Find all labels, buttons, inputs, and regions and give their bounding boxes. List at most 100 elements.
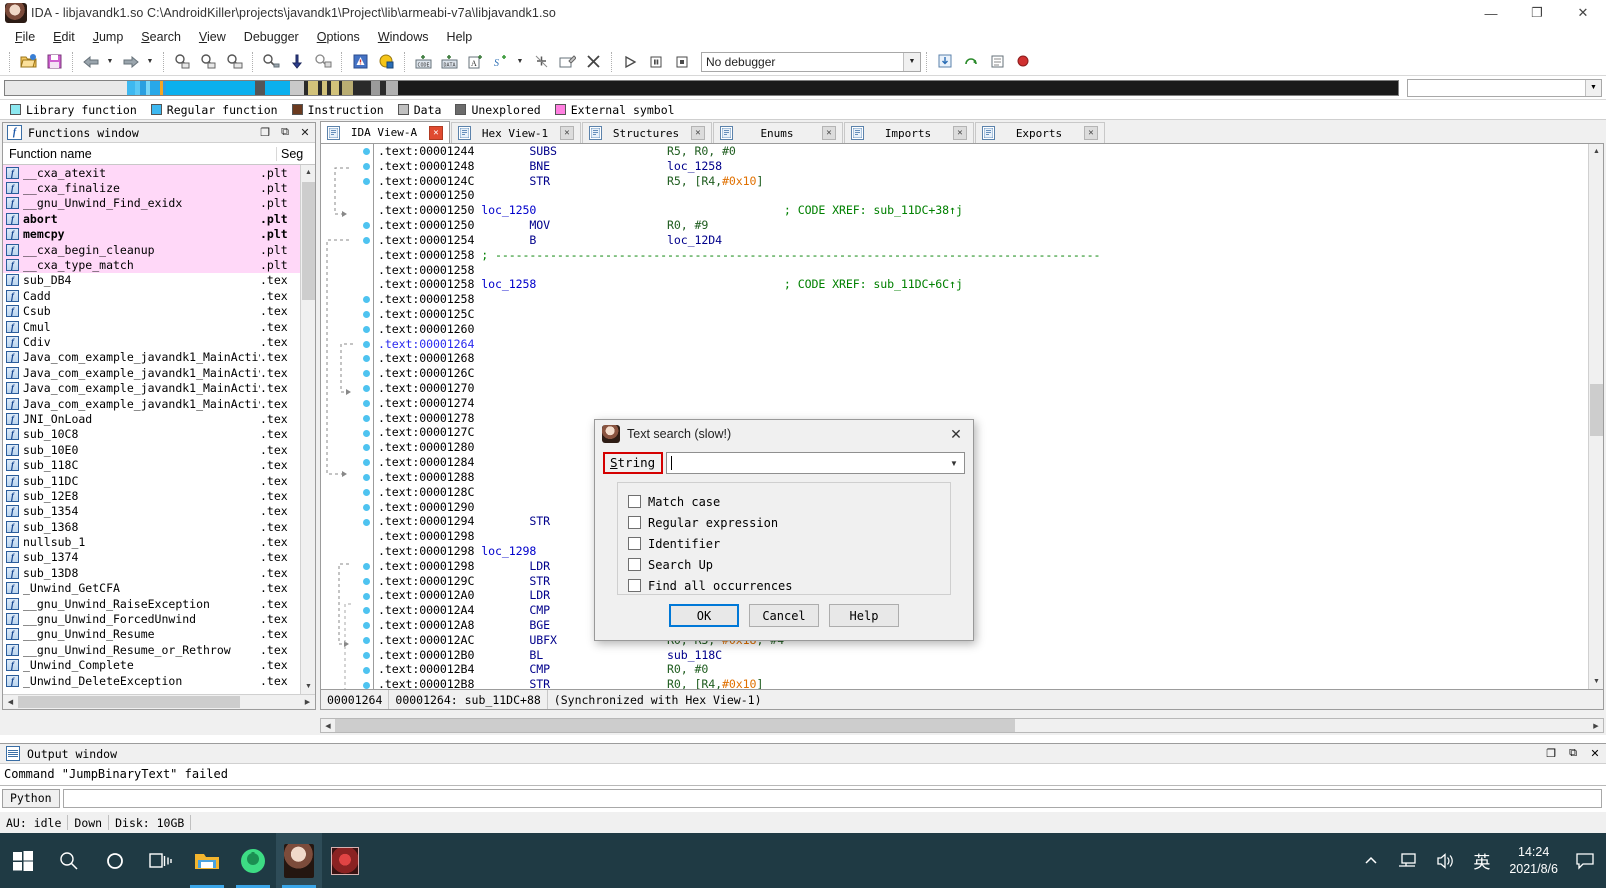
- function-list-item[interactable]: f __gnu_Unwind_Resume_or_Rethrow .tex: [3, 642, 300, 657]
- function-list-item[interactable]: f sub_118C .tex: [3, 457, 300, 472]
- disassembly-line[interactable]: .text:00001254 B loc_12D4: [374, 233, 1588, 248]
- back-dropdown-icon[interactable]: ▼: [105, 51, 117, 73]
- function-list-item[interactable]: f Java_com_example_javandk1_MainActivity⋯…: [3, 380, 300, 395]
- disassembly-line[interactable]: .text:00001298: [374, 529, 1588, 544]
- jump-down-icon[interactable]: [285, 51, 309, 73]
- scroll-right-icon[interactable]: ▶: [1589, 719, 1603, 732]
- taskbar-clock[interactable]: 14:24 2021/8/6: [1499, 833, 1568, 888]
- save-icon[interactable]: [42, 51, 66, 73]
- function-list-item[interactable]: f sub_12E8 .tex: [3, 488, 300, 503]
- search-hex-icon[interactable]: [170, 51, 194, 73]
- disassembly-line[interactable]: .text:0000127C: [374, 425, 1588, 440]
- checkbox-row-search-up[interactable]: Search Up: [628, 554, 940, 575]
- search-next-icon[interactable]: [259, 51, 283, 73]
- file-explorer-icon[interactable]: [184, 833, 230, 888]
- tab-close-icon[interactable]: ✕: [429, 125, 443, 140]
- tab-hex-view-1[interactable]: Hex View-1 ✕: [451, 122, 581, 143]
- checkbox-row-identifier[interactable]: Identifier: [628, 533, 940, 554]
- search-text-icon[interactable]: [196, 51, 220, 73]
- function-list-item[interactable]: f JNI_OnLoad .tex: [3, 411, 300, 426]
- disassembly-line[interactable]: .text:00001278: [374, 411, 1588, 426]
- functions-close-icon[interactable]: ✕: [295, 124, 315, 142]
- close-button[interactable]: ✕: [1560, 0, 1606, 26]
- navigator-dropdown[interactable]: ▼: [1407, 78, 1602, 97]
- scroll-right-icon[interactable]: ▶: [300, 695, 315, 709]
- search-up-checkbox[interactable]: [628, 558, 641, 571]
- disassembly-line[interactable]: .text:000012B4 CMP R0, #0: [374, 662, 1588, 677]
- back-arrow-icon[interactable]: [79, 51, 103, 73]
- step-over-icon[interactable]: [959, 51, 983, 73]
- function-list-item[interactable]: f Java_com_example_javandk1_MainActivity⋯…: [3, 396, 300, 411]
- maximize-button[interactable]: ❐: [1514, 0, 1560, 26]
- function-list-item[interactable]: f sub_13D8 .tex: [3, 565, 300, 580]
- match-case-checkbox[interactable]: [628, 495, 641, 508]
- disassembly-line[interactable]: .text:00001258 loc_1258 ; CODE XREF: sub…: [374, 277, 1588, 292]
- scrollbar-track[interactable]: [18, 695, 300, 709]
- disassembly-line[interactable]: .text:00001298 LDR R0, [R4,#0x4C]: [374, 559, 1588, 574]
- output-float-icon[interactable]: ⧉: [1562, 745, 1584, 763]
- make-ascii-icon[interactable]: A: [463, 51, 487, 73]
- disassembly-line[interactable]: .text:00001280: [374, 440, 1588, 455]
- scroll-down-icon[interactable]: ▼: [301, 679, 315, 694]
- function-list-item[interactable]: f __gnu_Unwind_Resume .tex: [3, 627, 300, 642]
- disassembly-line[interactable]: .text:00001244 SUBS R5, R0, #0: [374, 144, 1588, 159]
- volume-icon[interactable]: [1426, 833, 1464, 888]
- line-operands[interactable]: R0, #0: [667, 662, 708, 676]
- disassembly-line[interactable]: .text:00001258: [374, 263, 1588, 278]
- debugger-select[interactable]: No debugger ▼: [701, 51, 921, 72]
- function-list-item[interactable]: f __gnu_Unwind_ForcedUnwind .tex: [3, 611, 300, 626]
- output-restore-icon[interactable]: ❐: [1540, 745, 1562, 763]
- scroll-left-icon[interactable]: ◀: [3, 695, 18, 709]
- disassembly-line[interactable]: .text:000012A0 LDR R3, [R0]: [374, 588, 1588, 603]
- disassembly-line[interactable]: .text:00001258: [374, 292, 1588, 307]
- tab-close-icon[interactable]: ✕: [1084, 126, 1098, 140]
- disassembly-line[interactable]: .text:00001288: [374, 470, 1588, 485]
- stop-icon[interactable]: [670, 51, 694, 73]
- function-list-item[interactable]: f Cdiv .tex: [3, 334, 300, 349]
- scrollbar-thumb[interactable]: [335, 719, 1015, 732]
- disassembly-code-column[interactable]: .text:00001244 SUBS R5, R0, #0 .text:0000…: [373, 144, 1588, 689]
- tab-structures[interactable]: Structures ✕: [582, 122, 712, 143]
- process-options-icon[interactable]: [985, 51, 1009, 73]
- column-header-function-name[interactable]: Function name: [3, 146, 277, 161]
- checkbox-row-regular-expression[interactable]: Regular expression: [628, 512, 940, 533]
- function-list-item[interactable]: f __gnu_Unwind_RaiseException .tex: [3, 596, 300, 611]
- struct-dropdown-icon[interactable]: ▼: [515, 51, 527, 73]
- function-list-item[interactable]: f _Unwind_Complete .tex: [3, 658, 300, 673]
- menu-item-jump[interactable]: Jump: [84, 28, 133, 46]
- function-list-item[interactable]: f sub_11DC .tex: [3, 473, 300, 488]
- tab-ida-view-a[interactable]: IDA View-A ✕: [320, 121, 450, 143]
- rename-icon[interactable]: [555, 51, 579, 73]
- function-list-item[interactable]: f memcpy .plt: [3, 226, 300, 242]
- functions-vertical-scrollbar[interactable]: ▲ ▼: [300, 165, 315, 694]
- disassembly-line[interactable]: .text:000012AC UBFX R0, R3, #0x18, #4: [374, 633, 1588, 648]
- breakpoints-icon[interactable]: [1011, 51, 1035, 73]
- scrollbar-track[interactable]: [335, 719, 1589, 732]
- function-list-item[interactable]: f Cadd .tex: [3, 288, 300, 303]
- run-icon[interactable]: [618, 51, 642, 73]
- undefine-icon[interactable]: [529, 51, 553, 73]
- tab-imports[interactable]: Imports ✕: [844, 122, 974, 143]
- disassembly-line[interactable]: .text:00001270: [374, 381, 1588, 396]
- function-list-item[interactable]: f Java_com_example_javandk1_MainActivity⋯…: [3, 350, 300, 365]
- dialog-close-icon[interactable]: ✕: [939, 420, 973, 448]
- function-list-item[interactable]: f _Unwind_GetCFA .tex: [3, 581, 300, 596]
- delete-icon[interactable]: [581, 51, 605, 73]
- tab-exports[interactable]: Exports ✕: [975, 122, 1105, 143]
- output-close-icon[interactable]: ✕: [1584, 745, 1606, 763]
- line-operands[interactable]: R5, [R4,#0x10]: [667, 174, 763, 188]
- line-operands[interactable]: R0, #9: [667, 218, 708, 232]
- command-input[interactable]: [62, 788, 1602, 808]
- line-operands[interactable]: loc_12D4: [667, 233, 722, 247]
- navigator-strip[interactable]: [4, 79, 1399, 96]
- chevron-down-icon[interactable]: ▼: [1585, 79, 1601, 96]
- python-button[interactable]: Python: [2, 788, 60, 808]
- checkbox-row-find-all-occurrences[interactable]: Find all occurrences: [628, 575, 940, 596]
- disassembly-line[interactable]: .text:0000129C STR R3, [R4,#0x50]: [374, 574, 1588, 589]
- functions-restore-icon[interactable]: ❐: [255, 124, 275, 142]
- task-view-icon[interactable]: [138, 833, 184, 888]
- function-list-item[interactable]: f __cxa_type_match .plt: [3, 257, 300, 273]
- scroll-up-icon[interactable]: ▲: [301, 165, 315, 180]
- function-list-item[interactable]: f nullsub_1 .tex: [3, 534, 300, 549]
- disassembly-line[interactable]: .text:00001258 ; -----------------------…: [374, 248, 1588, 263]
